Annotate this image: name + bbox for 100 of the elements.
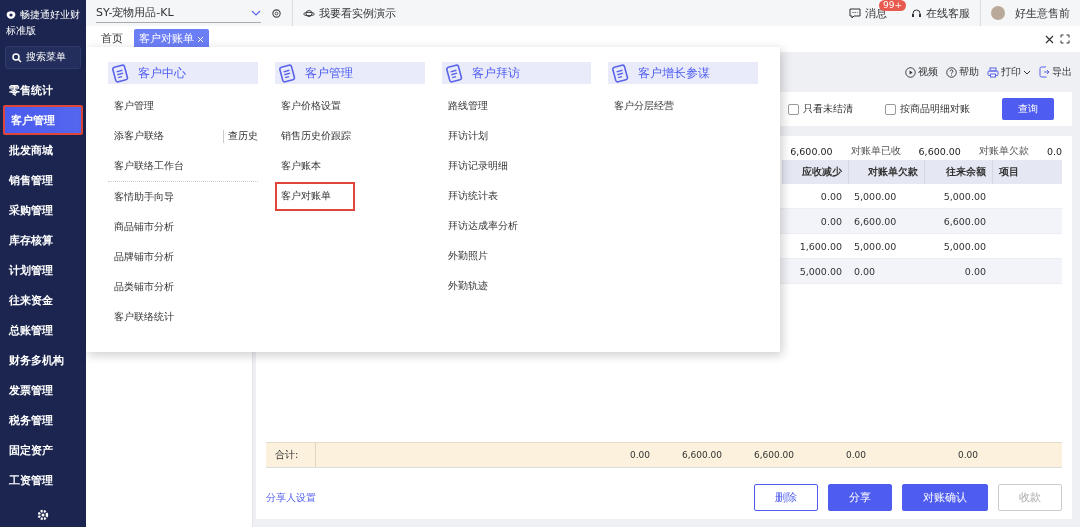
page-tab[interactable]: 首页 [96, 29, 128, 49]
sidebar-item[interactable]: 往来资金 [0, 285, 86, 315]
menu-item[interactable]: 销售历史价跟踪 [280, 129, 351, 143]
play-icon [905, 66, 916, 78]
menu-group-header: 客户管理 [274, 62, 425, 84]
fullscreen-icon[interactable] [1060, 34, 1070, 44]
menu-item[interactable]: 添客户联络 [114, 129, 164, 143]
summary-value: 6,600.00 [790, 145, 833, 157]
export-icon [1039, 66, 1050, 78]
clipboard-icon [610, 63, 631, 83]
total-cell-text: 6,600.00 [680, 450, 722, 460]
toolbar-link[interactable]: 导出 [1052, 65, 1072, 79]
column-header: 项目 [992, 160, 1062, 184]
table-cell: 6,600.00 [848, 209, 924, 234]
sidebar-item[interactable]: 库存核算 [0, 225, 86, 255]
clipboard-icon [443, 63, 464, 83]
checkbox-label[interactable]: 按商品明细对账 [900, 102, 970, 116]
summary-value: 0.0 [1046, 145, 1062, 157]
menu-item[interactable]: 客户联络统计 [114, 310, 174, 324]
edition-label: 标准版 [5, 24, 37, 38]
close-icon[interactable] [1045, 34, 1054, 44]
checkbox-label[interactable]: 只看未结清 [803, 102, 853, 116]
menu-item[interactable]: 客情助手向导 [114, 190, 174, 204]
table-cell: 0.00 [848, 259, 924, 284]
toolbar-link[interactable]: 打印 [1001, 65, 1021, 79]
sidebar-item[interactable]: 财务多机构 [0, 345, 86, 375]
user-name[interactable]: 好生意售前 [1015, 5, 1070, 21]
clipboard-icon [276, 63, 297, 83]
toolbar-link[interactable]: 视频 [918, 65, 938, 79]
menu-item[interactable]: 外勤轨迹 [447, 279, 488, 293]
table-cell: 5,000.00 [782, 259, 848, 284]
menu-item[interactable]: 拜访达成率分析 [447, 219, 518, 233]
table-cell: 0.00 [924, 259, 992, 284]
brand-name: 畅捷通好业财 [20, 8, 80, 22]
summary-label: 对账单欠款 [978, 144, 1029, 158]
menu-item[interactable]: 拜访统计表 [447, 189, 498, 203]
menu-item[interactable]: 客户管理 [114, 99, 154, 113]
totals-label: 合计: [266, 443, 316, 467]
sidebar-item[interactable]: 发票管理 [0, 375, 86, 405]
settings-icon[interactable] [271, 7, 282, 19]
table-cell: 6,600.00 [924, 209, 992, 234]
checkbox[interactable] [885, 103, 896, 115]
sidebar-item[interactable]: 零售统计 [0, 75, 86, 105]
checkbox[interactable] [788, 103, 799, 115]
sidebar-item[interactable]: 销售管理 [0, 165, 86, 195]
menu-group-header: 客户中心 [108, 62, 258, 84]
demo-link[interactable]: 我要看实例演示 [319, 5, 396, 21]
menu-item[interactable]: 拜访记录明细 [447, 159, 508, 173]
action-button[interactable]: 对账确认 [902, 484, 988, 511]
sidebar-item[interactable]: 总账管理 [0, 315, 86, 345]
sidebar-item[interactable]: 批发商城 [0, 135, 86, 165]
sidebar-item[interactable]: 客户管理 [3, 105, 83, 135]
total-cell-text: 0.00 [956, 450, 978, 460]
query-button[interactable]: 查询 [1002, 98, 1054, 120]
menu-item[interactable]: 路线管理 [447, 99, 488, 113]
menu-item[interactable]: 客户价格设置 [280, 99, 341, 113]
printer-icon [987, 66, 999, 78]
menu-item[interactable]: 商品铺市分析 [114, 220, 174, 234]
menu-item[interactable]: 拜访计划 [447, 129, 488, 143]
menu-item[interactable]: 外勤照片 [447, 249, 488, 263]
menu-item[interactable]: 品牌铺市分析 [114, 250, 174, 264]
sidebar-item[interactable]: 工资管理 [0, 465, 86, 495]
menu-item[interactable]: 品类铺市分析 [114, 280, 174, 294]
chat-icon [849, 7, 861, 19]
column-header: 往来余额 [924, 160, 992, 184]
share-settings-link[interactable]: 分享人设置 [266, 490, 316, 505]
menu-group-header: 客户增长参谋 [608, 62, 758, 84]
sidebar-item[interactable]: 计划管理 [0, 255, 86, 285]
account-select[interactable]: SY-宠物用品-KL [96, 3, 261, 23]
clipboard-icon [110, 63, 130, 83]
total-cell-text: 0.00 [844, 450, 866, 460]
sidebar-item[interactable]: 采购管理 [0, 195, 86, 225]
service-link[interactable]: 在线客服 [926, 5, 970, 21]
toolbar-link[interactable]: 帮助 [959, 65, 979, 79]
headset-icon [911, 7, 922, 19]
menu-item[interactable]: 客户联络工作台 [114, 159, 184, 173]
menu-item[interactable]: 客户对账单 [276, 183, 353, 209]
total-cell-text: 6,600.00 [752, 450, 794, 460]
planet-icon [303, 8, 315, 18]
summary-label: 对账单已收 [850, 144, 901, 158]
action-button[interactable]: 删除 [754, 484, 818, 511]
caret-icon[interactable] [1023, 69, 1031, 75]
history-link[interactable]: 查历史 [222, 129, 258, 143]
total-cell-text: 0.00 [628, 450, 650, 460]
help-icon [946, 66, 957, 78]
page-tab[interactable]: 客户对账单 [134, 29, 209, 49]
caret-icon [251, 9, 261, 16]
menu-search-field[interactable]: 搜索菜单 [5, 46, 81, 69]
table-cell: 0.00 [782, 209, 848, 234]
action-button[interactable]: 分享 [828, 484, 892, 511]
sidebar-item[interactable]: 税务管理 [0, 405, 86, 435]
column-header: 应收减少 [782, 160, 848, 184]
summary-value: 6,600.00 [918, 145, 961, 157]
menu-item[interactable]: 客户账本 [280, 159, 321, 173]
menu-item[interactable]: 客户分层经营 [614, 99, 675, 113]
search-icon [12, 52, 22, 63]
column-header: 对账单欠款 [848, 160, 924, 184]
logo-icon [6, 8, 16, 22]
sidebar-item[interactable]: 固定资产 [0, 435, 86, 465]
menu-group-header: 客户拜访 [441, 62, 592, 84]
